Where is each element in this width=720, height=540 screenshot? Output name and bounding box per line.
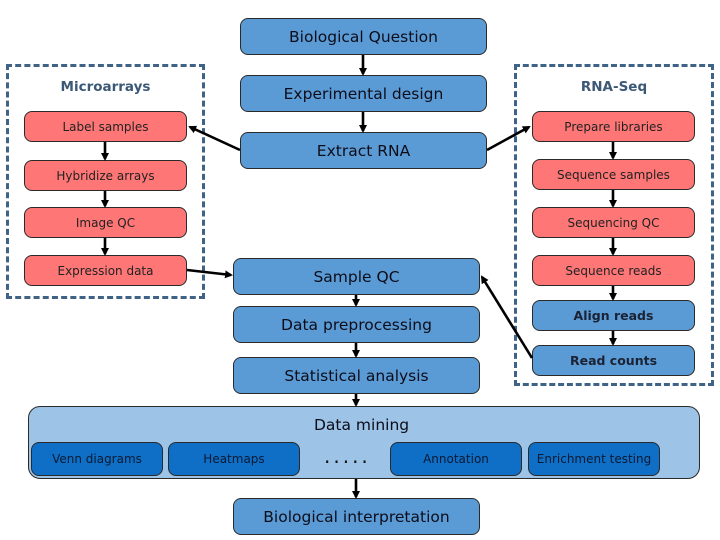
flow-arrows xyxy=(101,55,617,499)
arrow-extract-to-label xyxy=(188,125,241,152)
arrow-counts-to-sampleqc xyxy=(480,275,534,359)
arrow-extract-to-prepare xyxy=(486,125,531,152)
arrow-expression-to-sampleqc xyxy=(186,268,233,279)
